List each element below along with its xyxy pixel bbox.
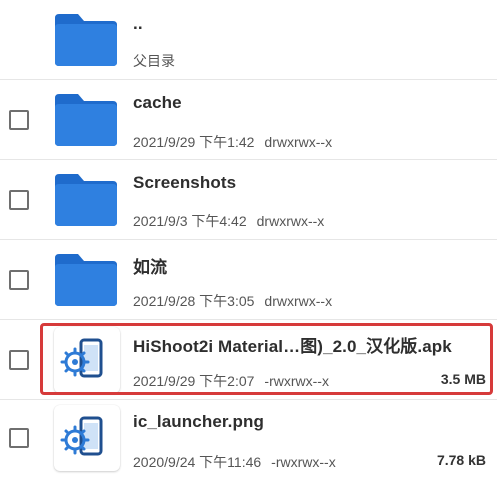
parent-dir-label: 父目录 <box>133 53 175 69</box>
file-date: 2021/9/29 下午2:07 <box>133 373 255 389</box>
file-permissions: drwxrwx--x <box>264 293 333 309</box>
folder-icon <box>55 174 117 226</box>
file-meta: 2021/9/29 下午1:42 drwxrwx--x <box>133 132 332 152</box>
file-date: 2020/9/24 下午11:46 <box>133 454 262 470</box>
folder-icon <box>55 94 117 146</box>
file-name: ic_launcher.png <box>133 412 264 431</box>
file-meta: 2021/9/28 下午3:05 drwxrwx--x <box>133 291 332 311</box>
file-row-cache[interactable]: cache 2021/9/29 下午1:42 drwxrwx--x <box>0 80 497 160</box>
file-date: 2021/9/3 下午4:42 <box>133 213 247 229</box>
file-meta: 2020/9/24 下午11:46 -rwxrwx--x <box>133 452 336 472</box>
file-permissions: -rwxrwx--x <box>264 373 329 389</box>
select-checkbox[interactable] <box>9 110 29 130</box>
file-meta: 2021/9/29 下午2:07 -rwxrwx--x <box>133 371 329 391</box>
file-permissions: drwxrwx--x <box>264 134 333 150</box>
file-row-hishoot-apk[interactable]: HiShoot2i Material…图)_2.0_汉化版.apk 2021/9… <box>0 320 497 400</box>
file-meta: 2021/9/3 下午4:42 drwxrwx--x <box>133 211 324 231</box>
file-date: 2021/9/29 下午1:42 <box>133 134 255 150</box>
file-name: Screenshots <box>133 173 237 192</box>
parent-dir-name: .. <box>133 14 143 33</box>
image-phone-gear-icon <box>54 405 120 471</box>
select-checkbox[interactable] <box>9 270 29 290</box>
select-checkbox[interactable] <box>9 190 29 210</box>
file-name: HiShoot2i Material…图)_2.0_汉化版.apk <box>133 337 452 356</box>
select-checkbox[interactable] <box>9 350 29 370</box>
apk-phone-gear-icon <box>54 327 120 393</box>
folder-icon <box>55 14 117 66</box>
file-permissions: drwxrwx--x <box>256 213 325 229</box>
file-size: 7.78 kB <box>436 452 486 468</box>
file-row-screenshots[interactable]: Screenshots 2021/9/3 下午4:42 drwxrwx--x <box>0 160 497 240</box>
file-name: 如流 <box>133 258 168 277</box>
folder-icon <box>55 254 117 306</box>
file-row-ruliu[interactable]: 如流 2021/9/28 下午3:05 drwxrwx--x <box>0 240 497 320</box>
parent-directory-row[interactable]: .. 父目录 <box>0 0 497 80</box>
file-date: 2021/9/28 下午3:05 <box>133 293 255 309</box>
file-row-ic-launcher[interactable]: ic_launcher.png 2020/9/24 下午11:46 -rwxrwx… <box>0 400 497 480</box>
file-name: cache <box>133 93 182 112</box>
file-size: 3.5 MB <box>440 371 486 387</box>
file-permissions: -rwxrwx--x <box>271 454 336 470</box>
select-checkbox[interactable] <box>9 428 29 448</box>
